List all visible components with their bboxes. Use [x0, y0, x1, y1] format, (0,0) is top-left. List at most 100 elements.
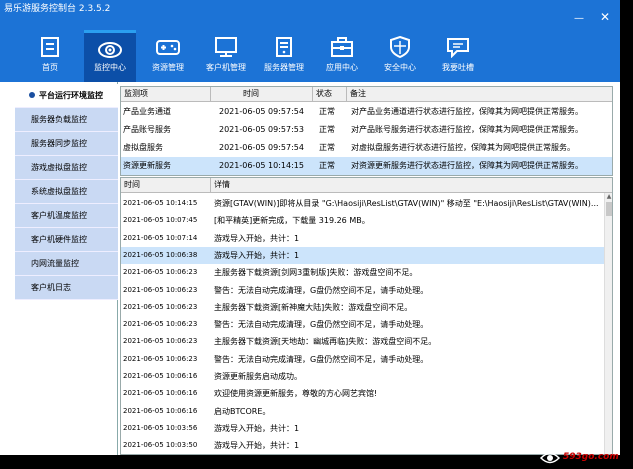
log-row[interactable]: 2021-06-05 10:07:14 游戏导入开始，共计：1 [121, 230, 606, 247]
log-time: 2021-06-05 10:06:38 [123, 250, 198, 259]
watermark-logo-icon [539, 452, 561, 464]
sidebar-item-platform-env[interactable]: 平台运行环境监控 [15, 84, 118, 108]
toolbar-monitor-center-label: 监控中心 [94, 63, 126, 72]
log-detail: 资源更新服务启动成功。 [214, 372, 302, 381]
log-row[interactable]: 2021-06-05 10:06:23 警告：无法自动完成清理，G盘仍然空间不足，… [121, 351, 606, 368]
log-row[interactable]: 2021-06-05 10:06:16 启动BTCORE。 [121, 403, 606, 420]
log-detail: 主服务器下载资源[新神魔大陆]失败：游戏盘空间不足。 [214, 302, 413, 312]
sidebar-item-label: 客户机日志 [31, 283, 71, 292]
toolbar-server[interactable]: 服务器管理 [258, 30, 310, 82]
toolbar-security[interactable]: 安全中心 [374, 30, 426, 82]
cell-status: 正常 [319, 143, 335, 152]
log-row[interactable]: 2021-06-05 10:06:38 游戏导入开始，共计：1 [121, 246, 606, 264]
column-header-time[interactable]: 时间 [211, 87, 313, 102]
log-time: 2021-06-05 10:06:23 [123, 285, 198, 294]
log-row[interactable]: 2021-06-05 10:03:56 游戏导入开始，共计：1 [121, 420, 606, 437]
minimize-button[interactable]: — [572, 14, 586, 24]
cell-time: 2021-06-05 10:14:15 [219, 161, 304, 170]
toolbar-feedback-label: 我要吐槽 [442, 63, 474, 72]
sidebar-item-server-sync[interactable]: 服务器同步监控 [15, 132, 118, 156]
close-button[interactable]: ✕ [598, 11, 612, 23]
cell-note: 对资源更新服务进行状态进行监控，保障其为网吧提供正常服务。 [351, 161, 583, 170]
log-detail: [和平精英]更新完成，下载量 319.26 MB。 [214, 216, 370, 226]
log-row[interactable]: 2021-06-05 10:06:23 主服务器下载资源[剑网3重制版]失败：游戏… [121, 264, 606, 281]
cell-time: 2021-06-05 09:57:54 [219, 143, 304, 152]
scroll-up-icon[interactable]: ▲ [605, 193, 612, 201]
log-detail: 警告：无法自动完成清理，G盘仍然空间不足，请手动处理。 [214, 320, 429, 330]
log-row[interactable]: 2021-06-05 10:03:50 游戏导入开始，共计：1 [121, 437, 606, 454]
server-icon [276, 37, 292, 57]
toolbar-client[interactable]: 客户机管理 [200, 30, 252, 82]
table-row[interactable]: 产品账号服务 2021-06-05 09:57:53 正常 对产品账号服务进行状态进行… [121, 121, 612, 139]
sidebar-item-label: 游戏虚拟盘监控 [31, 163, 87, 172]
app-window: 易乐游服务控制台 2.3.5.2 — ✕ 首页 监控中心 资源管理 客户机管理 … [0, 0, 620, 455]
log-scrollbar[interactable]: ▲ [604, 193, 612, 454]
log-time: 2021-06-05 10:06:23 [123, 320, 198, 329]
log-time: 2021-06-05 10:06:16 [123, 372, 198, 380]
sidebar-item-label: 服务器负载监控 [31, 115, 87, 124]
sidebar-item-client-hardware[interactable]: 客户机硬件监控 [15, 228, 118, 252]
sidebar-item-label: 平台运行环境监控 [39, 91, 103, 100]
sidebar-item-game-vdisk[interactable]: 游戏虚拟盘监控 [15, 156, 118, 180]
log-row[interactable]: 2021-06-05 10:06:16 资源更新服务启动成功。 [121, 368, 606, 385]
sidebar-item-system-vdisk[interactable]: 系统虚拟盘监控 [15, 180, 118, 204]
cell-item: 虚拟盘服务 [123, 143, 163, 152]
column-header-log-detail[interactable]: 详情 [211, 178, 612, 193]
log-time: 2021-06-05 10:07:45 [123, 216, 198, 225]
table-header: 监测项 时间 状态 备注 [121, 87, 612, 102]
log-detail: 警告：无法自动完成清理，G盘仍然空间不足，请手动处理。 [214, 285, 429, 295]
log-row[interactable]: 2021-06-05 10:07:45 [和平精英]更新完成，下载量 319.26… [121, 212, 606, 229]
toolbar-feedback[interactable]: 我要吐槽 [432, 30, 484, 82]
sidebar-item-label: 客户机温度监控 [31, 211, 87, 220]
sidebar-item-lan-traffic[interactable]: 内网流量监控 [15, 252, 118, 276]
column-header-status[interactable]: 状态 [313, 87, 347, 102]
watermark-text: 593go.com [563, 452, 619, 462]
log-row[interactable]: 2021-06-05 10:06:16 欢迎使用资源更新服务，尊敬的方心网艺宾馆! [121, 385, 606, 402]
log-row[interactable]: 2021-06-05 10:06:23 主服务器下载资源[新神魔大陆]失败：游戏盘… [121, 299, 606, 316]
log-row[interactable]: 2021-06-05 10:06:23 警告：无法自动完成清理，G盘仍然空间不足，… [121, 316, 606, 333]
toolbar-home[interactable]: 首页 [24, 30, 76, 82]
cell-time: 2021-06-05 09:57:53 [219, 125, 304, 134]
log-table: 时间 详情 2021-06-05 10:14:15 资源[GTAV(WIN)]即将… [120, 177, 613, 455]
cell-note: 对虚拟盘服务进行状态进行监控，保障其为网吧提供正常服务。 [351, 143, 575, 152]
log-time: 2021-06-05 10:14:15 [123, 199, 198, 207]
sidebar-item-label: 服务器同步监控 [31, 139, 87, 148]
cell-status: 正常 [319, 125, 335, 134]
log-row[interactable]: 2021-06-05 10:14:15 资源[GTAV(WIN)]即将从目录 "G… [121, 195, 606, 212]
column-header-note[interactable]: 备注 [347, 87, 612, 102]
toolbar-app-center-label: 应用中心 [326, 63, 358, 72]
toolbar-resource[interactable]: 资源管理 [142, 30, 194, 82]
sidebar-item-client-log[interactable]: 客户机日志 [15, 276, 118, 300]
home-icon [41, 37, 59, 57]
toolbox-icon [331, 37, 353, 57]
column-header-log-time[interactable]: 时间 [121, 178, 211, 193]
toolbar-home-label: 首页 [42, 63, 58, 72]
log-detail: 游戏导入开始，共计：1 [214, 233, 300, 243]
app-title: 易乐游服务控制台 2.3.5.2 [4, 4, 111, 14]
log-row[interactable]: 2021-06-05 10:06:23 警告：无法自动完成清理，G盘仍然空间不足，… [121, 282, 606, 299]
log-time: 2021-06-05 10:07:14 [123, 233, 198, 242]
scroll-thumb[interactable] [606, 202, 612, 216]
table-row[interactable]: 产品业务通道 2021-06-05 09:57:54 正常 对产品业务通道进行状态进行… [121, 103, 612, 121]
log-time: 2021-06-05 10:06:23 [123, 302, 198, 311]
log-detail: 主服务器下载资源[剑网3重制版]失败：游戏盘空间不足。 [214, 268, 418, 278]
log-detail: 警告：无法自动完成清理，G盘仍然空间不足，请手动处理。 [214, 354, 429, 364]
log-detail: 资源[GTAV(WIN)]即将从目录 "G:\Haosiji\ResList\G… [214, 199, 599, 208]
log-time: 2021-06-05 10:03:50 [123, 441, 198, 450]
sidebar: 平台运行环境监控 服务器负载监控 服务器同步监控 游戏虚拟盘监控 系统虚拟盘监控… [15, 82, 118, 455]
log-detail: 欢迎使用资源更新服务，尊敬的方心网艺宾馆! [214, 389, 378, 399]
table-row[interactable]: 虚拟盘服务 2021-06-05 09:57:54 正常 对虚拟盘服务进行状态进行监控… [121, 139, 612, 157]
log-row[interactable]: 2021-06-05 10:06:23 主服务器下载资源[天地劫：幽城再临]失败：… [121, 333, 606, 350]
cell-status: 正常 [319, 161, 335, 170]
toolbar-app-center[interactable]: 应用中心 [316, 30, 368, 82]
cell-item: 产品账号服务 [123, 125, 171, 134]
sidebar-item-server-load[interactable]: 服务器负载监控 [15, 108, 118, 132]
column-header-item[interactable]: 监测项 [121, 87, 211, 102]
main-toolbar: 首页 监控中心 资源管理 客户机管理 服务器管理 应用中心 安全中心 我要吐槽 [0, 30, 620, 82]
sidebar-item-client-temp[interactable]: 客户机温度监控 [15, 204, 118, 228]
log-detail: 游戏导入开始，共计：1 [214, 423, 300, 433]
toolbar-server-label: 服务器管理 [264, 63, 304, 72]
table-row[interactable]: 资源更新服务 2021-06-05 10:14:15 正常 对资源更新服务进行状态进行… [121, 157, 612, 175]
log-detail: 游戏导入开始，共计：1 [214, 250, 300, 260]
toolbar-monitor-center[interactable]: 监控中心 [84, 30, 136, 82]
